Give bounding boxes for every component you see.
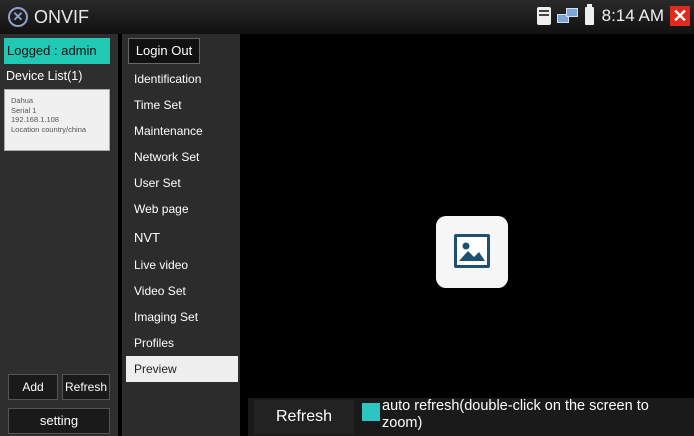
- settings-menu: Login Out Identification Time Set Mainte…: [122, 34, 240, 436]
- menu-item-web-page[interactable]: Web page: [126, 196, 238, 222]
- menu-item-video-set[interactable]: Video Set: [126, 278, 238, 304]
- menu-item-live-video[interactable]: Live video: [126, 252, 238, 278]
- menu-item-maintenance[interactable]: Maintenance: [126, 118, 238, 144]
- menu-section-nvt: NVT: [134, 230, 160, 245]
- battery-icon: [584, 4, 594, 25]
- menu-item-identification[interactable]: Identification: [126, 66, 238, 92]
- device-name: Dahua: [11, 96, 34, 105]
- menu-item-preview[interactable]: Preview: [126, 356, 238, 382]
- menu-item-imaging-set[interactable]: Imaging Set: [126, 304, 238, 330]
- login-out-button[interactable]: Login Out: [128, 38, 200, 64]
- device-list-label: Device List(1): [6, 69, 83, 83]
- title-bar: ✕ ONVIF 8:14 AM ✕: [0, 0, 694, 34]
- device-list-item[interactable]: Dahua Serial 1 192.168.1.108 Location co…: [4, 89, 110, 151]
- preview-screen[interactable]: [248, 68, 694, 388]
- device-ip: 192.168.1.108: [11, 115, 59, 124]
- logged-status: Logged : admin: [4, 38, 110, 64]
- preview-controls: Refresh auto refresh(double-click on the…: [248, 398, 694, 436]
- menu-item-network-set[interactable]: Network Set: [126, 144, 238, 170]
- menu-item-user-set[interactable]: User Set: [126, 170, 238, 196]
- add-device-button[interactable]: Add: [8, 374, 58, 400]
- device-location: Location country/china: [11, 124, 87, 134]
- auto-refresh-checkbox[interactable]: [362, 403, 380, 421]
- sd-card-icon: [536, 7, 551, 25]
- status-area: 8:14 AM: [536, 4, 664, 26]
- refresh-button[interactable]: Refresh: [254, 400, 354, 434]
- app-title: ONVIF: [34, 7, 90, 27]
- auto-refresh-label: auto refresh(double-click on the screen …: [382, 398, 649, 431]
- menu-item-time-set[interactable]: Time Set: [126, 92, 238, 118]
- clock: 8:14 AM: [601, 6, 664, 25]
- device-panel: Logged : admin Device List(1) Dahua Seri…: [0, 34, 118, 436]
- network-icon: [556, 8, 579, 24]
- setting-button[interactable]: setting: [8, 408, 110, 434]
- refresh-devices-button[interactable]: Refresh: [62, 374, 110, 400]
- menu-item-profiles[interactable]: Profiles: [126, 330, 238, 356]
- close-icon[interactable]: ✕: [670, 6, 690, 26]
- onvif-logo-icon: ✕: [8, 7, 28, 27]
- image-placeholder-icon: [436, 216, 508, 288]
- device-serial: Serial 1: [11, 105, 37, 115]
